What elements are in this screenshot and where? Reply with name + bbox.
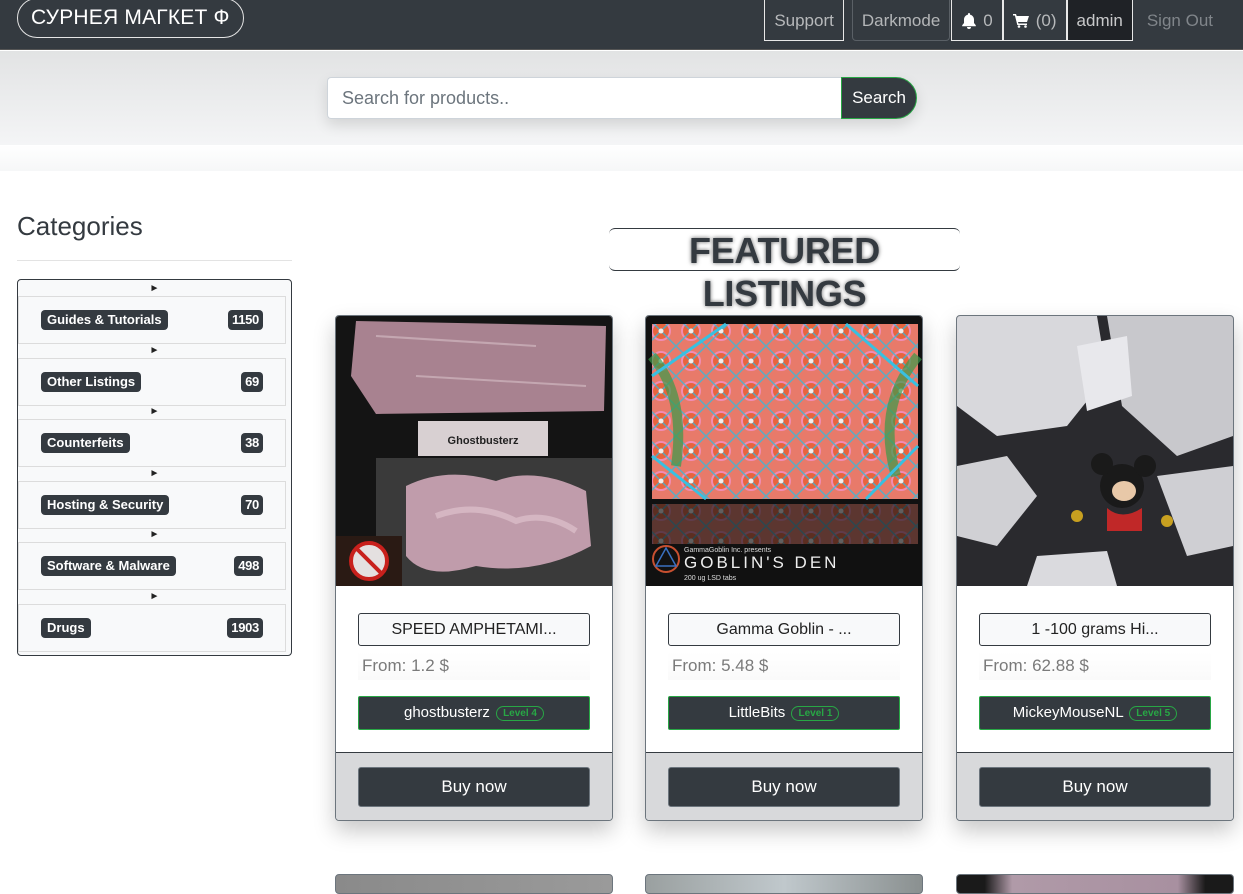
darkmode-toggle[interactable]: Darkmode [851,0,951,41]
category-group: ► Guides & Tutorials 1150 [18,280,291,344]
user-menu[interactable]: admin [1066,0,1133,41]
navbar: СУРНЕЯ МАГКЕТ Ф Support Darkmode 0 (0) a… [0,0,1243,50]
featured-title: FEATURED LISTINGS [609,228,960,314]
listing-card-partial [956,874,1234,894]
category-item-guides[interactable]: Guides & Tutorials 1150 [18,296,286,344]
card-footer: Buy now [336,752,612,820]
category-label[interactable]: Counterfeits [41,433,130,453]
category-count: 38 [241,433,263,453]
notifications-button[interactable]: 0 [951,0,1003,41]
vendor-badge[interactable]: ghostbusterz Level 4 [358,696,590,730]
vendor-name: ghostbusterz [404,704,490,721]
svg-text:200 ug LSD tabs: 200 ug LSD tabs [684,575,737,582]
listing-card: Ghostbusterz SPEED AMPHETAMI... From: 1.… [335,315,613,821]
triangle-right-icon[interactable]: ► [18,344,291,358]
search-band: Search [0,51,1243,145]
brand-logo[interactable]: СУРНЕЯ МАГКЕТ Ф [17,0,244,38]
category-group: ► Counterfeits 38 [18,403,291,467]
product-image[interactable]: Ghostbusterz [336,316,612,586]
buy-now-button[interactable]: Buy now [979,767,1211,807]
triangle-right-icon[interactable]: ► [18,405,291,419]
category-label[interactable]: Guides & Tutorials [41,310,168,330]
category-count: 498 [234,556,263,576]
bell-icon [962,12,977,29]
category-label[interactable]: Software & Malware [41,556,176,576]
notifications-count: 0 [983,10,993,30]
listing-card-partial [645,874,923,894]
listing-title[interactable]: SPEED AMPHETAMI... [358,613,590,646]
cart-icon [1012,13,1029,28]
vendor-badge[interactable]: LittleBits Level 1 [668,696,900,730]
vendor-name: LittleBits [728,704,786,721]
listing-card: 1 -100 grams Hi... From: 62.88 $ MickeyM… [956,315,1234,821]
listing-price: From: 1.2 $ [358,652,590,680]
categories-divider [17,260,292,261]
vendor-level: Level 1 [791,706,840,721]
category-count: 70 [241,494,263,515]
listing-card-partial [335,874,613,894]
category-group: ► Software & Malware 498 [18,526,291,590]
product-image[interactable]: GammaGoblin Inc. presents GOBLIN'S DEN 2… [646,316,922,586]
product-image[interactable] [957,316,1233,586]
listing-price: From: 62.88 $ [979,652,1211,680]
search-group: Search [327,77,917,119]
categories-title: Categories [17,211,143,241]
categories-panel: ► Guides & Tutorials 1150 ► Other Listin… [17,279,292,656]
vendor-level: Level 4 [496,706,544,721]
category-item-software[interactable]: Software & Malware 498 [18,542,286,590]
vendor-level: Level 5 [1129,706,1178,721]
category-label[interactable]: Other Listings [41,371,142,392]
listing-price: From: 5.48 $ [668,652,900,680]
search-button[interactable]: Search [841,77,917,119]
category-group: ► Hosting & Security 70 [18,465,291,529]
category-label[interactable]: Drugs [41,617,91,638]
vendor-name: MickeyMouseNL [1012,704,1124,721]
cart-count: (0) [1035,10,1057,30]
nav-right: Support Darkmode 0 (0) admin Sign Out [764,0,1243,41]
signout-link[interactable]: Sign Out [1132,0,1243,41]
category-group: ► Drugs 1903 [18,588,291,652]
listing-card: GammaGoblin Inc. presents GOBLIN'S DEN 2… [645,315,923,821]
triangle-right-icon[interactable]: ► [18,528,291,542]
svg-text:Ghostbusterz: Ghostbusterz [448,435,519,447]
triangle-right-icon[interactable]: ► [18,282,291,296]
category-item-hosting[interactable]: Hosting & Security 70 [18,480,286,529]
cart-button[interactable]: (0) [1002,0,1067,41]
buy-now-button[interactable]: Buy now [668,767,900,807]
category-count: 1903 [227,617,263,638]
search-input[interactable] [327,77,841,119]
buy-now-button[interactable]: Buy now [358,767,590,807]
vendor-badge[interactable]: MickeyMouseNL Level 5 [979,696,1211,730]
card-footer: Buy now [957,752,1233,820]
category-group: ► Other Listings 69 [18,342,291,406]
category-item-drugs[interactable]: Drugs 1903 [18,603,286,652]
triangle-right-icon[interactable]: ► [18,467,291,481]
category-item-counterfeits[interactable]: Counterfeits 38 [18,419,286,467]
triangle-right-icon[interactable]: ► [18,590,291,604]
svg-text:GOBLIN'S DEN: GOBLIN'S DEN [684,553,839,572]
category-count: 69 [241,371,263,392]
listing-title[interactable]: 1 -100 grams Hi... [979,613,1211,646]
category-label[interactable]: Hosting & Security [41,494,170,515]
listing-title[interactable]: Gamma Goblin - ... [668,613,900,646]
category-count: 1150 [227,310,263,330]
card-footer: Buy now [646,752,922,820]
support-link[interactable]: Support [764,0,844,41]
band-divider [0,145,1243,171]
category-item-other[interactable]: Other Listings 69 [18,357,286,406]
